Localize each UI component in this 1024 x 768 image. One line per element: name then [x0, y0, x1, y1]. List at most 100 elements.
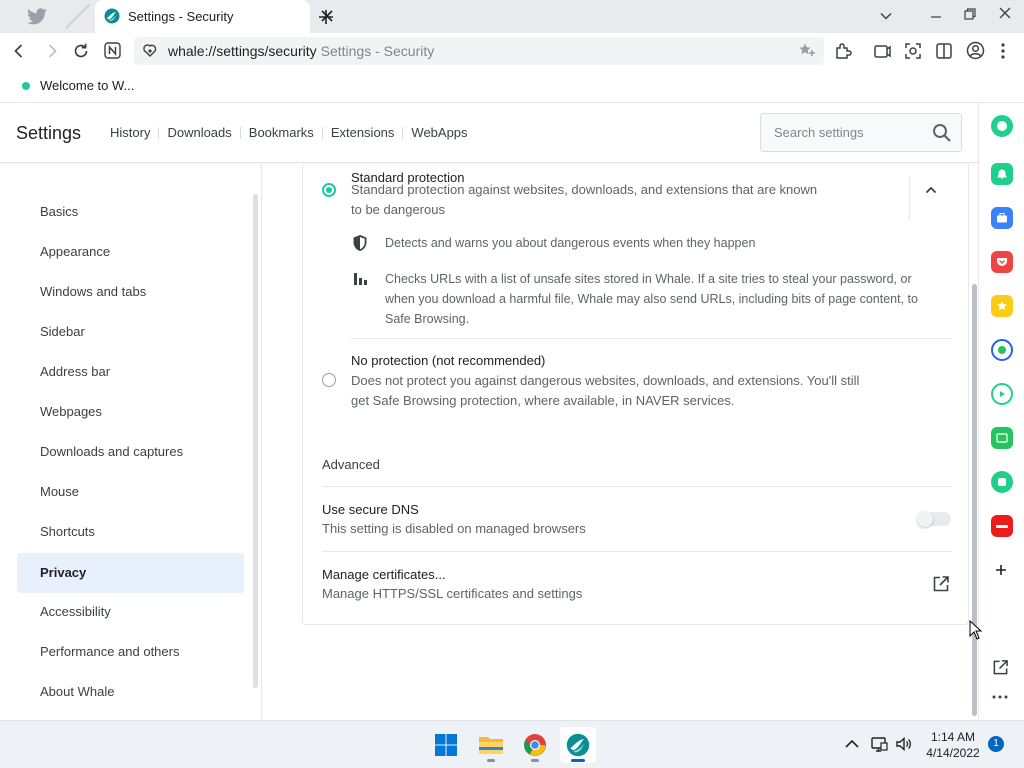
- search-input[interactable]: [761, 114, 926, 151]
- sidebar-notification-bell-icon[interactable]: [991, 163, 1013, 185]
- url-page-title: Settings - Security: [320, 43, 435, 59]
- notification-badge[interactable]: 1: [988, 736, 1004, 752]
- sidebar-play-icon[interactable]: [991, 383, 1013, 405]
- sidebar-more-icon[interactable]: [992, 695, 1008, 699]
- standard-protection-radio[interactable]: [322, 183, 336, 197]
- settings-top-nav: History Downloads Bookmarks Extensions W…: [110, 125, 476, 140]
- tab-twitter[interactable]: [0, 0, 93, 33]
- sidebar-item-about-whale[interactable]: About Whale: [17, 672, 244, 712]
- sidebar-toggle-icon[interactable]: [935, 42, 953, 60]
- naver-icon[interactable]: [104, 42, 121, 59]
- menu-kebab-icon[interactable]: [1000, 42, 1006, 60]
- mouse-cursor-icon: [969, 620, 983, 640]
- search-settings-box: [760, 113, 962, 152]
- whale-logo-icon: [104, 8, 120, 24]
- bookmarks-bar: Welcome to W...: [0, 69, 1024, 103]
- close-window-icon[interactable]: [998, 6, 1012, 20]
- secure-dns-toggle[interactable]: [917, 511, 951, 527]
- sidebar-item-windows-and-tabs[interactable]: Windows and tabs: [17, 272, 244, 312]
- add-tab-icon[interactable]: [318, 9, 334, 25]
- running-indicator: [487, 759, 495, 762]
- sidebar-star-icon[interactable]: [991, 295, 1013, 317]
- sidebar-item-appearance[interactable]: Appearance: [17, 232, 244, 272]
- sidebar-item-shortcuts[interactable]: Shortcuts: [17, 512, 244, 552]
- sidebar-item-privacy[interactable]: Privacy: [17, 553, 244, 593]
- minimize-icon[interactable]: [929, 9, 943, 23]
- nav-history[interactable]: History: [110, 125, 158, 140]
- sidebar-green-circle-icon[interactable]: [991, 115, 1013, 137]
- twitter-bird-icon: [27, 8, 47, 25]
- tray-overflow-chevron-icon[interactable]: [843, 735, 861, 753]
- sidebar-popout-icon[interactable]: [992, 659, 1009, 676]
- back-icon[interactable]: [10, 42, 28, 60]
- sidebar-item-performance-and-others[interactable]: Performance and others: [17, 632, 244, 672]
- collapse-chevron-icon[interactable]: [921, 180, 941, 200]
- sidebar-item-webpages[interactable]: Webpages: [17, 392, 244, 432]
- no-protection-desc: Does not protect you against dangerous w…: [351, 373, 860, 408]
- url-text[interactable]: whale://settings/security: [168, 43, 317, 59]
- tab-capture-icon[interactable]: [873, 42, 891, 60]
- nav-downloads[interactable]: Downloads: [159, 125, 239, 140]
- whale-taskbar-button[interactable]: [560, 727, 596, 763]
- active-indicator: [571, 759, 585, 762]
- tab-strip: Settings - Security: [0, 0, 1024, 33]
- manage-certificates-title[interactable]: Manage certificates...: [322, 567, 446, 582]
- no-protection-radio[interactable]: [322, 373, 336, 387]
- bar-chart-icon: [354, 273, 367, 285]
- bookmark-star-icon[interactable]: [798, 42, 816, 60]
- sidebar-item-downloads-and-captures[interactable]: Downloads and captures: [17, 432, 244, 472]
- address-bar[interactable]: whale://settings/security Settings - Secu…: [134, 37, 824, 65]
- no-protection-title: No protection (not recommended): [351, 353, 546, 368]
- clock-time: 1:14 AM: [930, 730, 976, 744]
- windows-taskbar: 1:14 AM 4/14/2022 1: [0, 720, 1024, 768]
- sidebar-item-sidebar[interactable]: Sidebar: [17, 312, 244, 352]
- sidebar-edge-icon[interactable]: [991, 339, 1013, 361]
- screen-capture-icon[interactable]: [904, 42, 922, 60]
- running-indicator: [531, 759, 539, 762]
- tab-settings-security[interactable]: Settings - Security: [95, 0, 310, 33]
- restore-icon[interactable]: [963, 7, 977, 21]
- nav-bookmarks[interactable]: Bookmarks: [241, 125, 322, 140]
- bookmark-welcome[interactable]: Welcome to W...: [22, 78, 134, 93]
- advanced-heading: Advanced: [322, 457, 380, 472]
- sidebar-item-mouse[interactable]: Mouse: [17, 472, 244, 512]
- advanced-divider: [322, 486, 952, 487]
- reload-icon[interactable]: [72, 42, 90, 60]
- profile-icon[interactable]: [966, 41, 985, 60]
- system-clock[interactable]: 1:14 AM 4/14/2022: [920, 729, 986, 761]
- network-icon[interactable]: [870, 735, 888, 753]
- whale-sidebar: [978, 103, 1024, 720]
- tab-list-chevron-icon[interactable]: [879, 9, 893, 23]
- search-icon[interactable]: [932, 123, 952, 143]
- standard-protection-desc: Standard protection against websites, do…: [351, 182, 818, 217]
- sidebar-briefcase-icon[interactable]: [991, 207, 1013, 229]
- nav-extensions[interactable]: Extensions: [323, 125, 403, 140]
- clock-date: 4/14/2022: [926, 746, 980, 760]
- external-link-icon[interactable]: [932, 575, 950, 593]
- sidebar-item-basics[interactable]: Basics: [17, 192, 244, 232]
- sidebar-scrollbar[interactable]: [253, 194, 258, 688]
- site-info-icon[interactable]: [142, 43, 158, 59]
- sidebar-webtoon-icon[interactable]: [991, 427, 1013, 449]
- sidebar-now-icon[interactable]: [991, 515, 1013, 537]
- chrome-button[interactable]: [517, 727, 553, 763]
- sidebar-item-address-bar[interactable]: Address bar: [17, 352, 244, 392]
- browser-toolbar: whale://settings/security Settings - Secu…: [0, 33, 1024, 69]
- security-card: Standard protection Standard protection …: [302, 164, 969, 625]
- sidebar-square-icon[interactable]: [991, 471, 1013, 493]
- main-scroll-thumb[interactable]: [972, 284, 977, 716]
- chrome-icon: [524, 734, 546, 756]
- extensions-puzzle-icon[interactable]: [834, 42, 852, 60]
- sidebar-item-accessibility[interactable]: Accessibility: [17, 592, 244, 632]
- volume-icon[interactable]: [895, 735, 913, 753]
- file-explorer-button[interactable]: [473, 727, 509, 763]
- forward-icon[interactable]: [43, 42, 61, 60]
- secure-dns-title: Use secure DNS: [322, 502, 419, 517]
- tab-separator: [66, 4, 90, 30]
- dns-divider: [322, 551, 952, 552]
- sidebar-pocket-icon[interactable]: [991, 251, 1013, 273]
- nav-webapps[interactable]: WebApps: [403, 125, 475, 140]
- start-button[interactable]: [428, 727, 464, 763]
- option-divider: [351, 338, 952, 339]
- sidebar-add-icon[interactable]: [995, 564, 1007, 576]
